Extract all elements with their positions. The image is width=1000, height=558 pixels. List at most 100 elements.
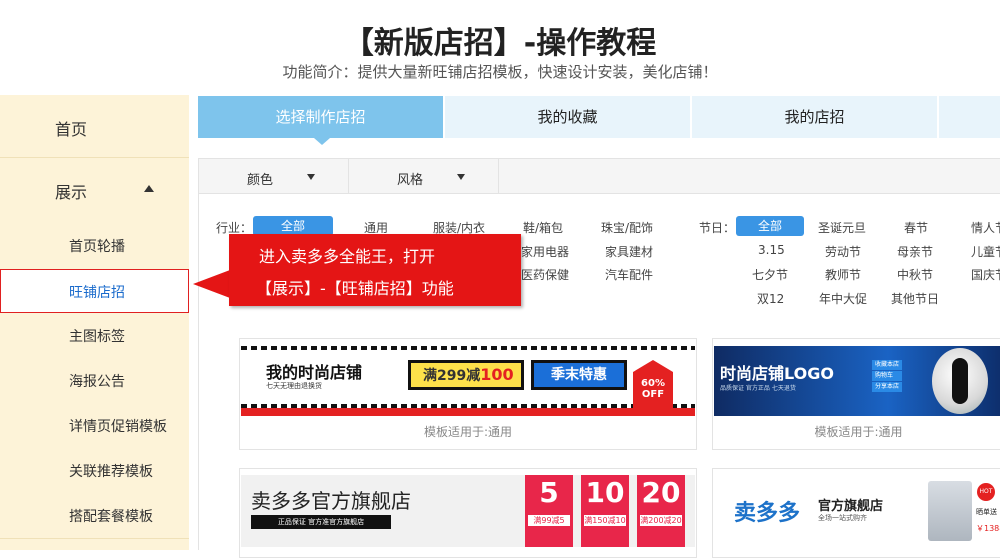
color-dropdown[interactable]: 颜色 — [199, 159, 349, 193]
sidebar-subitem-related[interactable]: 关联推荐模板 — [0, 448, 189, 492]
tab-my-signs[interactable]: 我的店招 — [692, 96, 937, 138]
sidebar-subitem-poster[interactable]: 海报公告 — [0, 358, 189, 402]
industry-option[interactable]: 医药保健 — [521, 266, 569, 283]
banner-item: 晒单送 — [976, 508, 997, 516]
banner-stripe — [241, 346, 695, 350]
festival-option[interactable]: 母亲节 — [897, 243, 933, 260]
banner-link: 收藏本店 — [872, 360, 903, 370]
festival-option[interactable]: 劳动节 — [825, 243, 861, 260]
callout-arrow — [193, 270, 230, 298]
callout-line-2: 【展示】-【旺铺店招】功能 — [256, 279, 454, 298]
template-preview: 卖多多 官方旗舰店 全场一站式购齐 HOT 晒单送 ￥1388 — [714, 475, 1000, 547]
promo-text: 满299减 — [423, 368, 481, 384]
sidebar-subitem-label: 搭配套餐模板 — [69, 509, 153, 525]
template-caption: 模板适用于:通用 — [423, 425, 513, 439]
sidebar: 首页 展示 首页轮播 旺铺店招 主图标签 海报公告 详情页促销模板 关联推荐模板… — [0, 95, 189, 550]
sidebar-divider — [0, 538, 189, 539]
sidebar-item-home[interactable]: 首页 — [0, 95, 189, 158]
triangle-down-icon — [457, 174, 465, 180]
festival-option[interactable]: 儿童节 — [971, 243, 1000, 260]
festival-option[interactable]: 圣诞元旦 — [818, 219, 866, 236]
template-preview: 卖多多官方旗舰店 正品保证 官方准官方旗舰店 5 满99减5 10 满150减1… — [241, 475, 695, 547]
template-card[interactable]: 卖多多 官方旗舰店 全场一站式购齐 HOT 晒单送 ￥1388 — [712, 468, 1000, 558]
banner-subtitle: 品质保证 官方正品 七天退货 — [720, 385, 796, 392]
banner-subtitle: 七天无理由退换货 — [266, 382, 322, 390]
festival-option[interactable]: 中秋节 — [897, 266, 933, 283]
instruction-callout: 进入卖多多全能王，打开 【展示】-【旺铺店招】功能 — [229, 234, 521, 306]
tab-my-favorites[interactable]: 我的收藏 — [445, 96, 690, 138]
festival-option[interactable]: 国庆节 — [971, 266, 1000, 283]
industry-option[interactable]: 珠宝/配饰 — [601, 219, 653, 236]
page-header: 【新版店招】-操作教程 功能简介：提供大量新旺铺店招模板，快速设计安装，美化店铺… — [0, 0, 1000, 95]
filter-bar: 颜色 风格 — [198, 158, 1000, 194]
page-subtitle: 功能简介：提供大量新旺铺店招模板，快速设计安装，美化店铺！ — [282, 63, 718, 81]
banner-promo-tag: 满299减100 — [408, 360, 524, 390]
sidebar-subitem-label: 关联推荐模板 — [69, 464, 153, 480]
coupon-condition: 满99减5 — [528, 515, 570, 526]
sidebar-subitem-bundle[interactable]: 搭配套餐模板 — [0, 493, 189, 537]
festival-option[interactable]: 年中大促 — [819, 290, 867, 307]
sidebar-subitem-label: 首页轮播 — [69, 239, 125, 255]
sidebar-item-show[interactable]: 展示 — [0, 158, 189, 220]
discount-off: OFF — [641, 389, 665, 400]
shaver-shape — [952, 358, 968, 404]
coupon[interactable]: 20 满200减20 — [637, 475, 685, 547]
style-dropdown[interactable]: 风格 — [349, 159, 499, 193]
festival-option[interactable]: 双12 — [757, 290, 784, 307]
sidebar-subitem-shop-sign[interactable]: 旺铺店招 — [0, 269, 189, 313]
washer-image — [928, 481, 972, 541]
tab-select-make[interactable]: 选择制作店招 — [198, 96, 443, 138]
color-dropdown-label: 颜色 — [247, 173, 274, 188]
festival-option[interactable]: 七夕节 — [752, 266, 788, 283]
banner-subtitle: 正品保证 官方准官方旗舰店 — [251, 515, 391, 529]
coupon-amount: 10 — [585, 476, 625, 509]
discount-percent: 60% — [641, 378, 665, 389]
festival-option[interactable]: 教师节 — [825, 266, 861, 283]
banner-link: 分享本店 — [872, 382, 903, 392]
triangle-down-icon — [307, 174, 315, 180]
sidebar-subitem-main-image-tag[interactable]: 主图标签 — [0, 313, 189, 357]
coupon-condition: 满200减20 — [640, 515, 682, 526]
festival-option[interactable]: 其他节日 — [891, 290, 939, 307]
banner-title: 官方旗舰店 — [818, 499, 884, 514]
sidebar-item-label: 展示 — [55, 183, 88, 202]
festival-option[interactable]: 情人节 — [971, 219, 1000, 236]
festival-label: 节日： — [699, 221, 736, 235]
industry-option[interactable]: 鞋/箱包 — [523, 219, 563, 236]
template-card[interactable]: 时尚店铺LOGO 品质保证 官方正品 七天退货 收藏本店 购物车 分享本店 模板… — [712, 338, 1000, 450]
template-card[interactable]: 我的时尚店铺 七天无理由退换货 满299减100 季末特惠 60% OFF 模板… — [239, 338, 697, 450]
festival-option[interactable]: 春节 — [904, 219, 928, 236]
banner-discount-tag: 60% OFF — [633, 360, 673, 408]
sidebar-item-label: 首页 — [55, 120, 88, 139]
tab-more[interactable] — [939, 96, 1000, 138]
festival-option[interactable]: 3.15 — [758, 243, 785, 257]
banner-season-tag: 季末特惠 — [531, 360, 627, 390]
coupon[interactable]: 5 满99减5 — [525, 475, 573, 547]
sidebar-subitem-label: 海报公告 — [69, 374, 125, 390]
coupon-amount: 20 — [641, 476, 681, 509]
banner-subtitle: 全场一站式购齐 — [818, 514, 867, 522]
banner-price: ￥1388 — [976, 524, 1000, 533]
sidebar-subitem-detail-promo[interactable]: 详情页促销模板 — [0, 403, 189, 447]
callout-line-1: 进入卖多多全能王，打开 — [259, 247, 436, 266]
sidebar-subitem-carousel[interactable]: 首页轮播 — [0, 223, 189, 267]
banner-title: 我的时尚店铺 — [266, 363, 363, 382]
industry-option[interactable]: 汽车配件 — [605, 266, 653, 283]
page-title: 【新版店招】-操作教程 — [343, 26, 657, 61]
tab-bar: 选择制作店招 我的收藏 我的店招 — [198, 96, 1000, 138]
industry-option[interactable]: 家具建材 — [605, 243, 653, 260]
industry-all-filter[interactable]: 全部 — [253, 216, 333, 236]
template-preview: 时尚店铺LOGO 品质保证 官方正品 七天退货 收藏本店 购物车 分享本店 — [714, 346, 1000, 416]
tab-pointer — [314, 138, 330, 145]
banner-title: 时尚店铺LOGO — [720, 364, 834, 383]
template-card[interactable]: 卖多多官方旗舰店 正品保证 官方准官方旗舰店 5 满99减5 10 满150减1… — [239, 468, 697, 558]
banner-logo: 卖多多 — [734, 501, 801, 526]
caret-up-icon — [144, 185, 154, 192]
sidebar-subitem-label: 主图标签 — [69, 329, 125, 345]
industry-option[interactable]: 家用电器 — [521, 243, 569, 260]
festival-all-filter[interactable]: 全部 — [736, 216, 804, 236]
coupon[interactable]: 10 满150减10 — [581, 475, 629, 547]
sidebar-subitem-label: 旺铺店招 — [69, 285, 125, 301]
banner-title: 卖多多官方旗舰店 — [251, 489, 411, 513]
banner-links: 收藏本店 购物车 分享本店 — [872, 360, 903, 392]
